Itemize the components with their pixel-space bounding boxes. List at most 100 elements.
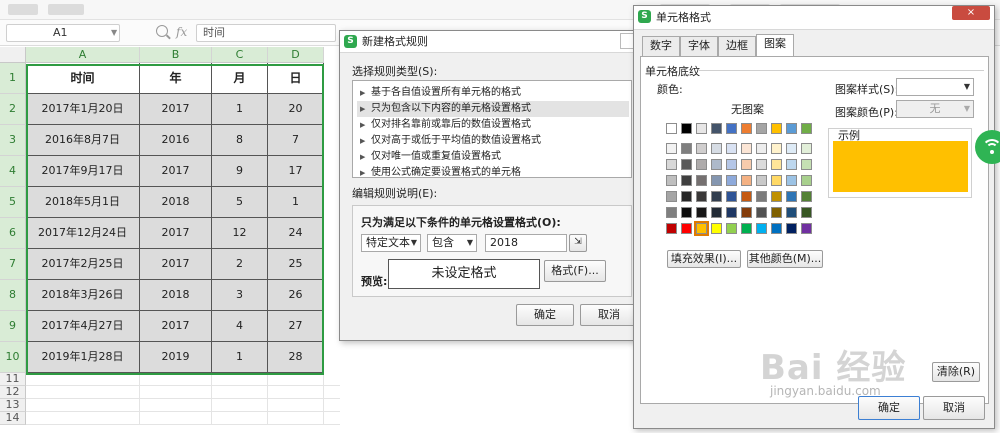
table-cell[interactable]: 2018: [140, 187, 212, 218]
color-swatch[interactable]: [771, 123, 782, 134]
table-cell[interactable]: 2017: [140, 94, 212, 125]
color-swatch[interactable]: [771, 191, 782, 202]
header-cell[interactable]: 日: [268, 63, 324, 94]
table-cell[interactable]: 2017年9月17日: [26, 156, 140, 187]
spreadsheet-grid[interactable]: ABCD 1 2 3 4 5 6 7 8 9 10 11 12 13 14 时间年月日 2017年1月20日…: [0, 47, 340, 433]
color-swatch[interactable]: [756, 159, 767, 170]
color-swatch[interactable]: [801, 207, 812, 218]
table-cell[interactable]: 9: [212, 156, 268, 187]
table-cell[interactable]: 20: [268, 94, 324, 125]
color-swatch[interactable]: [801, 175, 812, 186]
table-cell[interactable]: 27: [268, 311, 324, 342]
fx-icon[interactable]: fx: [176, 25, 187, 39]
color-swatch[interactable]: [696, 207, 707, 218]
color-swatch[interactable]: [741, 159, 752, 170]
table-cell[interactable]: 5: [212, 187, 268, 218]
table-cell[interactable]: 28: [268, 342, 324, 373]
row-header-8[interactable]: 8: [0, 280, 26, 311]
table-cell[interactable]: 24: [268, 218, 324, 249]
rule-type-list[interactable]: ▶ 基于各自值设置所有单元格的格式 ▶ 只为包含以下内容的单元格设置格式 ▶ 仅对排名靠前…: [352, 80, 632, 178]
row-header-6[interactable]: 6: [0, 218, 26, 249]
formula-input[interactable]: 时间: [196, 24, 336, 42]
color-swatch[interactable]: [801, 123, 812, 134]
color-swatch[interactable]: [696, 159, 707, 170]
row-header-9[interactable]: 9: [0, 311, 26, 342]
color-swatch[interactable]: [681, 143, 692, 154]
color-swatch[interactable]: [741, 143, 752, 154]
condition-value-input[interactable]: 2018: [485, 234, 567, 252]
color-swatch[interactable]: [666, 143, 677, 154]
color-swatch[interactable]: [741, 223, 752, 234]
ok-button[interactable]: 确定: [516, 304, 574, 326]
cancel-button[interactable]: 取消: [580, 304, 638, 326]
color-swatch[interactable]: [801, 223, 812, 234]
rule-type-item[interactable]: ▶ 仅对高于或低于平均值的数值设置格式: [357, 133, 629, 149]
table-cell[interactable]: 1: [212, 342, 268, 373]
table-cell[interactable]: 2016: [140, 125, 212, 156]
color-swatch[interactable]: [726, 143, 737, 154]
color-swatch[interactable]: [726, 123, 737, 134]
table-cell[interactable]: 2016年8月7日: [26, 125, 140, 156]
color-swatch[interactable]: [756, 123, 767, 134]
color-swatch[interactable]: [801, 143, 812, 154]
color-swatch[interactable]: [801, 191, 812, 202]
more-colors-button[interactable]: 其他颜色(M)...: [747, 250, 823, 268]
table-cell[interactable]: 2019年1月28日: [26, 342, 140, 373]
table-cell[interactable]: 1: [268, 187, 324, 218]
color-swatch[interactable]: [681, 191, 692, 202]
rule-type-item[interactable]: ▶ 仅对唯一值或重复值设置格式: [357, 149, 629, 165]
table-cell[interactable]: 26: [268, 280, 324, 311]
rule-type-item[interactable]: ▶ 只为包含以下内容的单元格设置格式: [357, 101, 629, 117]
rule-type-item[interactable]: ▶ 仅对排名靠前或靠后的数值设置格式: [357, 117, 629, 133]
color-swatch[interactable]: [756, 207, 767, 218]
color-swatch[interactable]: [786, 175, 797, 186]
color-swatch[interactable]: [741, 207, 752, 218]
operator-select[interactable]: 包含 ▼: [427, 234, 477, 252]
range-picker-icon[interactable]: ⇲: [569, 234, 587, 252]
color-swatch[interactable]: [666, 191, 677, 202]
color-swatch[interactable]: [801, 159, 812, 170]
header-cell[interactable]: 年: [140, 63, 212, 94]
color-swatch[interactable]: [741, 191, 752, 202]
row-header-10[interactable]: 10: [0, 342, 26, 373]
row-header-2[interactable]: 2: [0, 94, 26, 125]
column-header-d[interactable]: D: [268, 47, 324, 63]
rule-type-item[interactable]: ▶ 使用公式确定要设置格式的单元格: [357, 165, 629, 181]
column-header-c[interactable]: C: [212, 47, 268, 63]
color-swatch[interactable]: [711, 175, 722, 186]
color-swatch[interactable]: [726, 223, 737, 234]
color-swatch[interactable]: [756, 175, 767, 186]
color-swatch[interactable]: [666, 159, 677, 170]
table-cell[interactable]: 8: [212, 125, 268, 156]
empty-row[interactable]: [26, 399, 340, 412]
header-cell[interactable]: 时间: [26, 63, 140, 94]
column-header-a[interactable]: A: [26, 47, 140, 63]
table-cell[interactable]: 2018: [140, 280, 212, 311]
table-cell[interactable]: 2017: [140, 249, 212, 280]
row-header-7[interactable]: 7: [0, 249, 26, 280]
condition-type-select[interactable]: 特定文本 ▼: [361, 234, 421, 252]
row-header-14[interactable]: 14: [0, 412, 26, 425]
color-swatch[interactable]: [771, 207, 782, 218]
color-swatch[interactable]: [681, 123, 692, 134]
color-swatch[interactable]: [756, 223, 767, 234]
color-swatch[interactable]: [666, 123, 677, 134]
color-swatch[interactable]: [741, 175, 752, 186]
header-cell[interactable]: 月: [212, 63, 268, 94]
color-swatch[interactable]: [771, 143, 782, 154]
table-cell[interactable]: 12: [212, 218, 268, 249]
color-swatch[interactable]: [756, 143, 767, 154]
color-swatch[interactable]: [741, 123, 752, 134]
pattern-style-select[interactable]: ▼: [896, 78, 974, 96]
close-icon[interactable]: ×: [952, 6, 990, 20]
color-swatch[interactable]: [681, 223, 692, 234]
table-cell[interactable]: 2: [212, 249, 268, 280]
color-swatch[interactable]: [726, 207, 737, 218]
color-swatch[interactable]: [681, 175, 692, 186]
color-swatch[interactable]: [696, 191, 707, 202]
color-swatch[interactable]: [711, 159, 722, 170]
color-swatch[interactable]: [756, 191, 767, 202]
table-cell[interactable]: 2019: [140, 342, 212, 373]
select-all-corner[interactable]: [0, 47, 26, 63]
fill-effect-button[interactable]: 填充效果(I)...: [667, 250, 741, 268]
